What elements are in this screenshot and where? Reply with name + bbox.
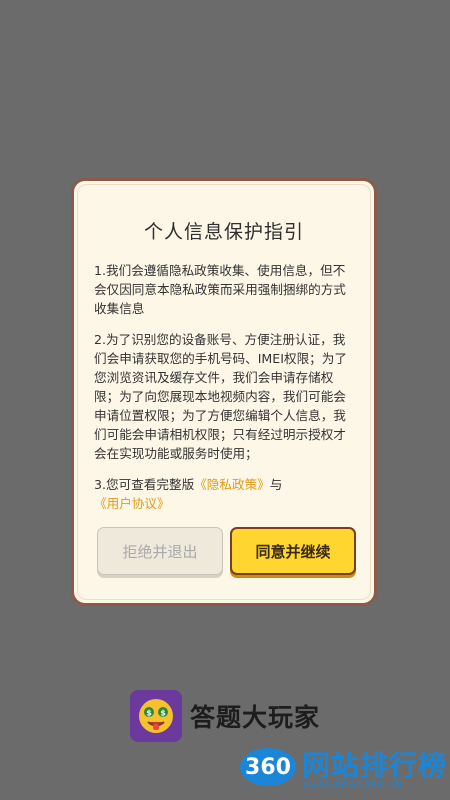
agree-and-continue-button[interactable]: 同意并继续 [230,527,356,575]
site-watermark: 360 网站排行榜 WANGZHAN360.CN [240,742,450,800]
privacy-paragraph-1: 1.我们会遵循隐私政策收集、使用信息，但不会仅因同意本隐私政策而采用强制捆绑的方… [94,263,346,316]
svg-text:$: $ [160,709,166,718]
reject-and-exit-button[interactable]: 拒绝并退出 [97,527,223,575]
privacy-paragraph-2: 2.为了识别您的设备账号、方便注册认证，我们会申请获取您的手机号码、IMEI权限… [94,332,347,461]
dialog-content: 1.我们会遵循隐私政策收集、使用信息，但不会仅因同意本隐私政策而采用强制捆绑的方… [94,261,356,525]
privacy-dialog: 个人信息保护指引 1.我们会遵循隐私政策收集、使用信息，但不会仅因同意本隐私政策… [71,178,377,606]
privacy-paragraph-3: 3.您可查看完整版《隐私政策》与《用户协议》 [94,475,356,513]
svg-text:$: $ [146,709,152,718]
and-text: 与 [269,477,283,492]
watermark-text: 网站排行榜 [302,749,448,782]
paragraph-3-prefix: 3.您可查看完整版 [94,477,195,492]
watermark-url: WANGZHAN360.CN [302,780,404,790]
app-name: 答题大玩家 [190,703,321,732]
app-brand: $ $ 答题大玩家 [130,690,320,742]
dialog-title: 个人信息保护指引 [143,221,304,243]
privacy-policy-link[interactable]: 《隐私政策》 [194,477,270,492]
watermark-logo: 360 [240,748,296,786]
user-agreement-link[interactable]: 《用户协议》 [94,496,170,511]
money-eyes-emoji-icon: $ $ [130,690,182,742]
